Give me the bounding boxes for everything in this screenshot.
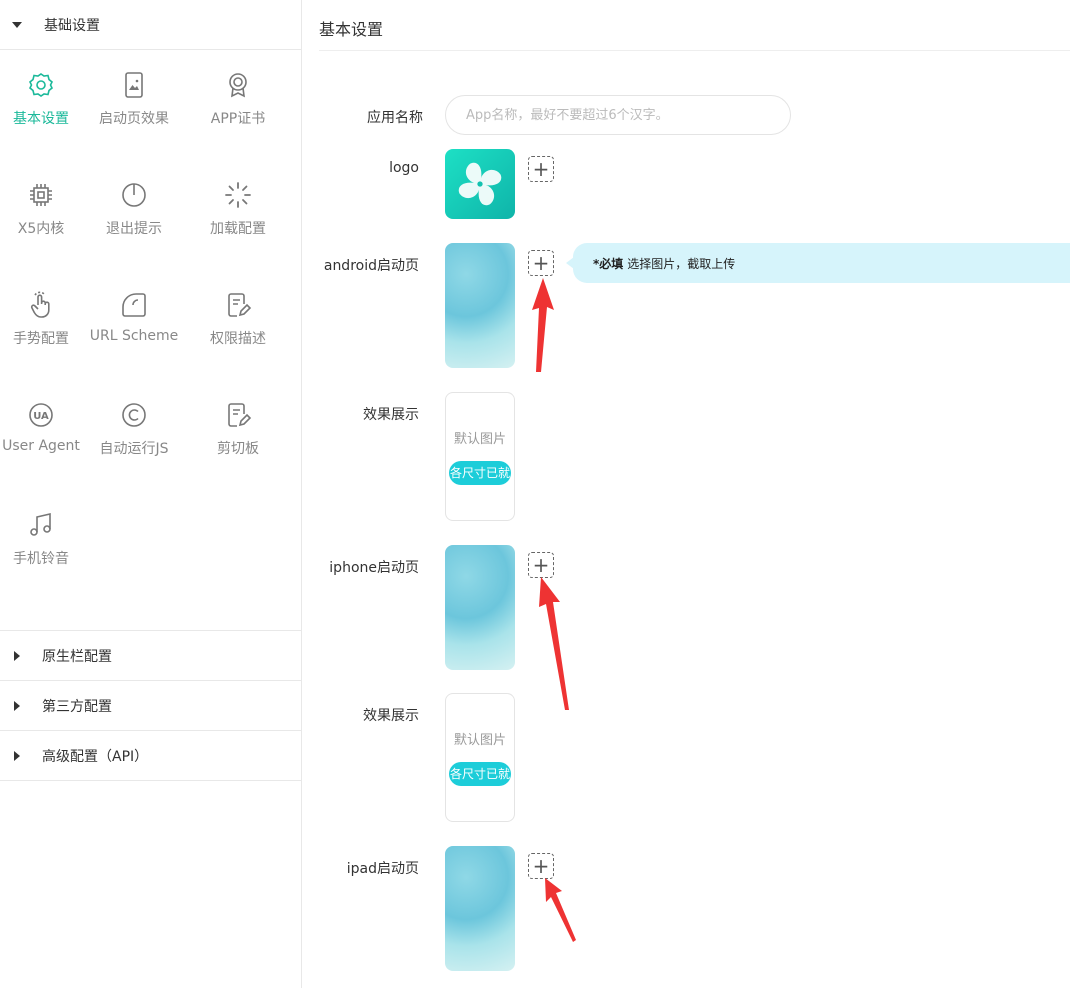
sidebar-item-app-certificate[interactable]: APP证书: [186, 68, 290, 178]
ipad-splash-image: [445, 846, 515, 971]
iphone-splash-label: iphone启动页: [329, 560, 419, 576]
sidebar-item-loading-config[interactable]: 加载配置: [186, 178, 290, 288]
sidebar: 基础设置 基本设置 启动页效果 APP证书 X5内核 退出提示 加载配置 手势配…: [0, 0, 302, 988]
arrow-android: [532, 278, 554, 372]
iphone-preview-card: 默认图片 各尺寸已就: [445, 693, 515, 822]
sidebar-item-label: 权限描述: [210, 331, 266, 347]
link-scheme-icon: [119, 290, 149, 320]
sidebar-item-label: URL Scheme: [89, 328, 179, 344]
sidebar-item-user-agent[interactable]: UA User Agent: [0, 398, 82, 508]
power-icon: [119, 180, 149, 210]
caret-right-icon: [14, 700, 20, 711]
plus-icon: +: [532, 553, 550, 577]
android-preview-label: 效果展示: [363, 407, 419, 423]
hand-gesture-icon: [26, 290, 56, 320]
section-advanced-config-api[interactable]: 高级配置（API）: [0, 731, 301, 781]
iphone-splash-add-button[interactable]: +: [528, 552, 554, 578]
copyright-icon: [119, 400, 149, 430]
clipboard-edit-icon: [223, 400, 253, 430]
sidebar-item-clipboard[interactable]: 剪切板: [186, 398, 290, 508]
chip-icon: [26, 180, 56, 210]
preview-status-badge: 各尺寸已就: [449, 762, 511, 786]
logo-add-button[interactable]: +: [528, 156, 554, 182]
plus-icon: +: [532, 157, 550, 181]
sidebar-item-label: APP证书: [210, 111, 266, 127]
tooltip-text: 选择图片，截取上传: [627, 256, 736, 271]
sidebar-item-x5-kernel[interactable]: X5内核: [0, 178, 82, 288]
iphone-preview-label: 效果展示: [363, 708, 419, 724]
section-label: 原生栏配置: [42, 648, 112, 665]
page-title: 基本设置: [319, 20, 384, 39]
music-note-icon: [26, 510, 56, 540]
preview-status-badge: 各尺寸已就: [449, 461, 511, 485]
edit-document-icon: [223, 290, 253, 320]
android-preview-card: 默认图片 各尺寸已就: [445, 392, 515, 521]
android-splash-image: [445, 243, 515, 368]
loading-spinner-icon: [223, 180, 253, 210]
sidebar-item-label: 手势配置: [13, 331, 69, 347]
section-third-party-config[interactable]: 第三方配置: [0, 681, 301, 731]
sidebar-item-label: 手机铃音: [13, 551, 69, 567]
app-name-input[interactable]: [445, 95, 791, 135]
sidebar-item-label: X5内核: [17, 221, 65, 237]
section-native-bar-config[interactable]: 原生栏配置: [0, 631, 301, 681]
phone-image-icon: [119, 70, 149, 100]
android-splash-add-button[interactable]: +: [528, 250, 554, 276]
caret-right-icon: [14, 750, 20, 761]
logo-image: [445, 149, 515, 219]
section-label: 高级配置（API）: [42, 748, 149, 765]
section-basic-settings[interactable]: 基础设置: [0, 0, 301, 50]
section-label: 第三方配置: [42, 698, 112, 715]
sidebar-item-auto-run-js[interactable]: 自动运行JS: [82, 398, 186, 508]
gear-icon: [26, 70, 56, 100]
sidebar-item-basic-settings[interactable]: 基本设置: [0, 68, 82, 178]
sidebar-item-label: 剪切板: [217, 441, 259, 457]
sidebar-item-label: 基本设置: [13, 111, 69, 127]
android-splash-label: android启动页: [323, 258, 419, 274]
settings-grid: 基本设置 启动页效果 APP证书 X5内核 退出提示 加载配置 手势配置 URL…: [0, 50, 301, 631]
sidebar-item-label: 退出提示: [106, 221, 162, 237]
section-label: 基础设置: [44, 17, 100, 34]
preview-placeholder-text: 默认图片: [453, 432, 506, 447]
main-panel: 基本设置 应用名称 logo + android启动页 + *必填 选择图片，截…: [303, 0, 1070, 988]
sidebar-item-permission-desc[interactable]: 权限描述: [186, 288, 290, 398]
sidebar-item-label: 加载配置: [210, 221, 266, 237]
plus-icon: +: [532, 251, 550, 275]
sidebar-item-exit-prompt[interactable]: 退出提示: [82, 178, 186, 288]
sidebar-item-ringtone[interactable]: 手机铃音: [0, 508, 82, 618]
title-divider: [319, 50, 1070, 51]
plus-icon: +: [532, 854, 550, 878]
arrow-ipad: [545, 878, 576, 942]
ipad-splash-label: ipad启动页: [346, 861, 419, 877]
tooltip-required-mark: *必填: [593, 256, 624, 271]
caret-down-icon: [12, 21, 22, 28]
pinwheel-logo-icon: [458, 162, 502, 206]
sidebar-item-label: 自动运行JS: [99, 441, 169, 457]
sidebar-item-label: 启动页效果: [99, 111, 169, 127]
app-name-label: 应用名称: [367, 110, 423, 126]
sidebar-item-splash-effect[interactable]: 启动页效果: [82, 68, 186, 178]
ipad-splash-add-button[interactable]: +: [528, 853, 554, 879]
iphone-splash-image: [445, 545, 515, 670]
annotation-arrows: [532, 278, 576, 942]
ua-icon: UA: [26, 400, 56, 430]
caret-right-icon: [14, 650, 20, 661]
svg-text:UA: UA: [33, 411, 49, 422]
sidebar-item-gesture-config[interactable]: 手势配置: [0, 288, 82, 398]
arrow-iphone: [539, 577, 569, 710]
sidebar-item-url-scheme[interactable]: URL Scheme: [82, 288, 186, 398]
certificate-icon: [223, 70, 253, 100]
sidebar-item-label: User Agent: [2, 438, 80, 454]
required-tooltip: *必填 选择图片，截取上传: [566, 243, 1070, 283]
logo-label: logo: [389, 160, 419, 176]
preview-placeholder-text: 默认图片: [453, 733, 506, 748]
